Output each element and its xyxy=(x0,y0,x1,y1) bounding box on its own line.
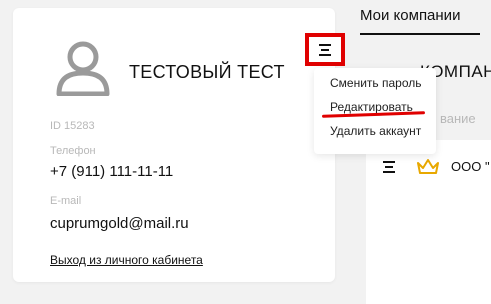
profile-name: ТЕСТОВЫЙ ТЕСТ xyxy=(129,62,285,82)
company-name[interactable]: ООО " xyxy=(451,159,490,174)
crown-icon xyxy=(417,159,439,174)
tab-active-indicator xyxy=(360,33,480,35)
user-avatar-icon xyxy=(56,41,110,96)
company-search-placeholder[interactable]: вание xyxy=(440,111,476,126)
menu-item-change-password[interactable]: Сменить пароль xyxy=(330,76,422,90)
email-value: cuprumgold@mail.ru xyxy=(50,215,189,232)
email-label: E-mail xyxy=(50,195,82,207)
hamburger-icon xyxy=(319,43,331,56)
phone-value: +7 (911) 111-11-11 xyxy=(50,163,174,180)
logout-link[interactable]: Выход из личного кабинета xyxy=(50,253,203,267)
user-id: ID 15283 xyxy=(50,120,95,132)
profile-card: ТЕСТОВЫЙ ТЕСТ ID 15283 Телефон +7 (911) … xyxy=(13,8,345,282)
tab-my-companies[interactable]: Мои компании xyxy=(360,7,460,24)
phone-label: Телефон xyxy=(50,145,96,157)
profile-menu-button[interactable] xyxy=(305,33,345,66)
menu-item-delete-account[interactable]: Удалить аккаунт xyxy=(330,124,421,138)
company-menu-icon[interactable] xyxy=(382,160,396,174)
